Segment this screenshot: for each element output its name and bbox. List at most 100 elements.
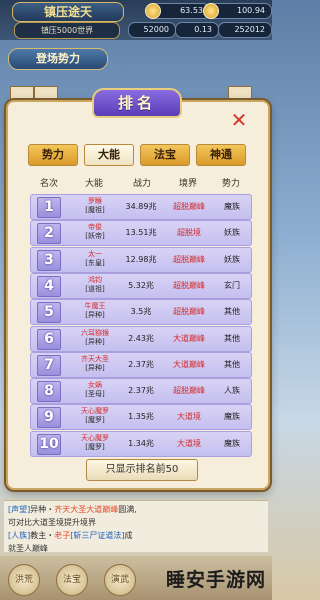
person-title: [魔祖] bbox=[85, 206, 105, 214]
power-cell: 13.51兆 bbox=[125, 228, 157, 238]
name-cell: 鸿钧 [道祖] bbox=[77, 276, 113, 294]
person-title: [圣母] bbox=[85, 390, 105, 399]
rank-badge: 6 bbox=[37, 328, 61, 350]
resource-5: 252012 bbox=[218, 22, 272, 38]
faction-cell: 魔族 bbox=[224, 438, 240, 448]
close-icon[interactable]: ✕ bbox=[229, 110, 249, 130]
table-row[interactable]: 8 女娲 [圣母] 2.37兆 超脱巅峰 人族 bbox=[30, 378, 252, 405]
power-cell: 12.98兆 bbox=[125, 254, 157, 264]
table-row[interactable]: 10 天心魔罗 [魔罗] 1.34兆 大道境 魔族 bbox=[30, 430, 252, 457]
col-power: 战力 bbox=[132, 179, 151, 189]
name-cell: 六耳猕猴 [异种] bbox=[77, 329, 113, 347]
person-title: [异种] bbox=[85, 311, 105, 320]
rank-badge: 4 bbox=[37, 275, 61, 297]
person-name: 帝俊 bbox=[88, 223, 102, 232]
show-top-50-button[interactable]: 只显示排名前50 bbox=[86, 459, 198, 481]
person-title: [魔罗] bbox=[85, 442, 105, 451]
panel-title: 排名 bbox=[92, 88, 182, 118]
world-subtitle: 镇压5000世界 bbox=[14, 22, 120, 39]
chat-line: [声望]异种・齐天大圣大道巅峰圆满, bbox=[8, 505, 137, 514]
world-title: 镇压途天 bbox=[12, 2, 124, 22]
nav-button[interactable]: 洪荒 bbox=[8, 564, 40, 596]
name-cell: 女娲 [圣母] bbox=[77, 381, 113, 399]
realm-cell: 超脱巅峰 bbox=[173, 386, 205, 396]
rank-badge: 3 bbox=[37, 249, 61, 271]
faction-cell: 魔族 bbox=[224, 202, 240, 211]
table-row[interactable]: 3 太一 [东皇] 12.98兆 超脱巅峰 妖族 bbox=[30, 246, 252, 273]
rank-badge: 8 bbox=[37, 381, 61, 403]
gem-icon bbox=[203, 3, 219, 19]
faction-cell: 其他 bbox=[224, 307, 240, 317]
realm-cell: 超脱巅峰 bbox=[173, 307, 205, 317]
coin-icon bbox=[145, 3, 161, 19]
nav-button[interactable]: 法宝 bbox=[56, 564, 88, 596]
realm-cell: 超脱境 bbox=[177, 228, 201, 238]
name-cell: 牛魔王 [异种] bbox=[77, 302, 113, 320]
faction-cell: 妖族 bbox=[224, 228, 240, 238]
name-cell: 罗睺 [魔祖] bbox=[77, 197, 113, 215]
power-cell: 3.5兆 bbox=[130, 307, 152, 317]
person-name: 女娲 bbox=[88, 381, 102, 390]
table-row[interactable]: 9 天心魔罗 [魔罗] 1.35兆 大道境 魔族 bbox=[30, 404, 252, 431]
col-rank: 名次 bbox=[39, 179, 58, 189]
person-name: 太一 bbox=[88, 249, 102, 258]
faction-cell: 妖族 bbox=[224, 254, 240, 264]
power-cell: 5.32兆 bbox=[128, 280, 154, 290]
table-row[interactable]: 7 齐天大圣 [异种] 2.37兆 大道巅峰 其他 bbox=[30, 351, 252, 378]
table-row[interactable]: 6 六耳猕猴 [异种] 2.43兆 大道巅峰 其他 bbox=[30, 325, 252, 352]
realm-cell: 大道境 bbox=[177, 438, 201, 448]
chat-log: [声望]异种・齐天大圣大道巅峰圆满, 可对比大道圣境提升境界 [人族]教主・老子… bbox=[4, 500, 268, 553]
tab-treasure[interactable]: 法宝 bbox=[140, 144, 190, 166]
person-title: [道祖] bbox=[85, 284, 105, 293]
resource-4: 0.13 bbox=[175, 22, 219, 38]
table-row[interactable]: 5 牛魔王 [异种] 3.5兆 超脱巅峰 其他 bbox=[30, 299, 252, 326]
deploy-faction-button[interactable]: 登场势力 bbox=[8, 48, 108, 70]
table-row[interactable]: 4 鸿钧 [道祖] 5.32兆 超脱巅峰 玄门 bbox=[30, 272, 252, 299]
table-row[interactable]: 1 罗睺 [魔祖] 34.89兆 超脱巅峰 魔族 bbox=[30, 194, 252, 220]
nav-button[interactable]: 演武 bbox=[104, 564, 136, 596]
name-cell: 齐天大圣 [异种] bbox=[77, 355, 113, 373]
realm-cell: 大道巅峰 bbox=[173, 333, 205, 343]
resource-2: 100.94 bbox=[203, 3, 272, 19]
person-title: [异种] bbox=[85, 337, 105, 346]
person-name: 齐天大圣 bbox=[81, 354, 109, 363]
resource-3: 52000 bbox=[128, 22, 176, 38]
tab-great-power[interactable]: 大能 bbox=[84, 144, 134, 166]
rank-badge: 5 bbox=[37, 302, 61, 324]
ranking-tabs: 势力 大能 法宝 神通 bbox=[28, 144, 246, 166]
power-cell: 2.43兆 bbox=[128, 333, 154, 343]
person-name: 罗睺 bbox=[88, 197, 102, 205]
power-cell: 1.35兆 bbox=[128, 412, 154, 422]
name-cell: 帝俊 [妖帝] bbox=[77, 223, 113, 241]
realm-cell: 超脱巅峰 bbox=[173, 202, 205, 211]
power-cell: 2.37兆 bbox=[128, 359, 154, 369]
resource-1: 63.53 bbox=[145, 3, 210, 19]
chat-line: 可对比大道圣境提升境界 bbox=[8, 518, 96, 527]
watermark: 睡安手游网 bbox=[166, 569, 267, 591]
chat-line: 就圣人巅峰 bbox=[8, 544, 48, 553]
tab-faction[interactable]: 势力 bbox=[28, 144, 78, 166]
name-cell: 天心魔罗 [魔罗] bbox=[77, 407, 113, 425]
chat-line: [人族]教主・老子[斩三尸证道法]成 bbox=[8, 531, 133, 540]
tab-divine-skill[interactable]: 神通 bbox=[196, 144, 246, 166]
person-name: 牛魔王 bbox=[84, 302, 106, 311]
power-cell: 34.89兆 bbox=[125, 202, 157, 211]
top-bar: 镇压途天 镇压5000世界 63.53 100.94 52000 0.13 25… bbox=[0, 0, 272, 40]
col-faction: 势力 bbox=[221, 179, 240, 189]
realm-cell: 大道境 bbox=[177, 412, 201, 422]
realm-cell: 超脱巅峰 bbox=[173, 280, 205, 290]
faction-cell: 人族 bbox=[224, 386, 240, 396]
faction-cell: 其他 bbox=[224, 333, 240, 343]
person-name: 天心魔罗 bbox=[81, 433, 109, 442]
power-cell: 2.37兆 bbox=[128, 386, 154, 396]
person-name: 六耳猕猴 bbox=[81, 328, 109, 337]
table-row[interactable]: 2 帝俊 [妖帝] 13.51兆 超脱境 妖族 bbox=[30, 220, 252, 247]
person-title: [魔罗] bbox=[85, 416, 105, 425]
person-title: [异种] bbox=[85, 363, 105, 372]
col-name: 大能 bbox=[84, 179, 103, 189]
faction-cell: 玄门 bbox=[224, 280, 240, 290]
rank-badge: 1 bbox=[37, 197, 61, 218]
realm-cell: 超脱巅峰 bbox=[173, 254, 205, 264]
rank-badge: 7 bbox=[37, 354, 61, 376]
person-title: [东皇] bbox=[85, 258, 105, 267]
